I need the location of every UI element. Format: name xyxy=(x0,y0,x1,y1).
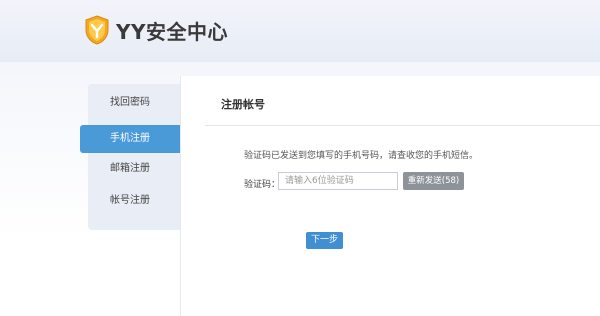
verification-code-input[interactable] xyxy=(278,172,398,190)
resend-code-button[interactable]: 重新发送(58) xyxy=(403,172,464,190)
yy-shield-logo-icon xyxy=(85,15,109,45)
sidebar-item-phone-register[interactable]: 手机注册 xyxy=(80,125,180,153)
sidebar-item-email-register[interactable]: 邮箱注册 xyxy=(88,155,180,183)
logo[interactable]: YY安全中心 xyxy=(84,14,228,46)
next-step-button[interactable]: 下一步 xyxy=(306,232,343,249)
sidebar: 找回密码 手机注册 邮箱注册 帐号注册 xyxy=(80,84,180,230)
sidebar-item-account-register[interactable]: 帐号注册 xyxy=(88,187,180,215)
sms-sent-notice: 验证码已发送到您填写的手机号码，请查收您的手机短信。 xyxy=(244,151,479,161)
header-bar: YY安全中心 xyxy=(0,0,600,62)
main-panel: 注册帐号 验证码已发送到您填写的手机号码，请查收您的手机短信。 验证码： 重新发… xyxy=(180,76,600,316)
sidebar-item-recover-password[interactable]: 找回密码 xyxy=(88,89,180,117)
page-title: 注册帐号 xyxy=(221,98,265,111)
verification-code-label: 验证码： xyxy=(244,180,281,190)
title-divider xyxy=(205,125,600,126)
logo-text: YY安全中心 xyxy=(116,19,228,44)
